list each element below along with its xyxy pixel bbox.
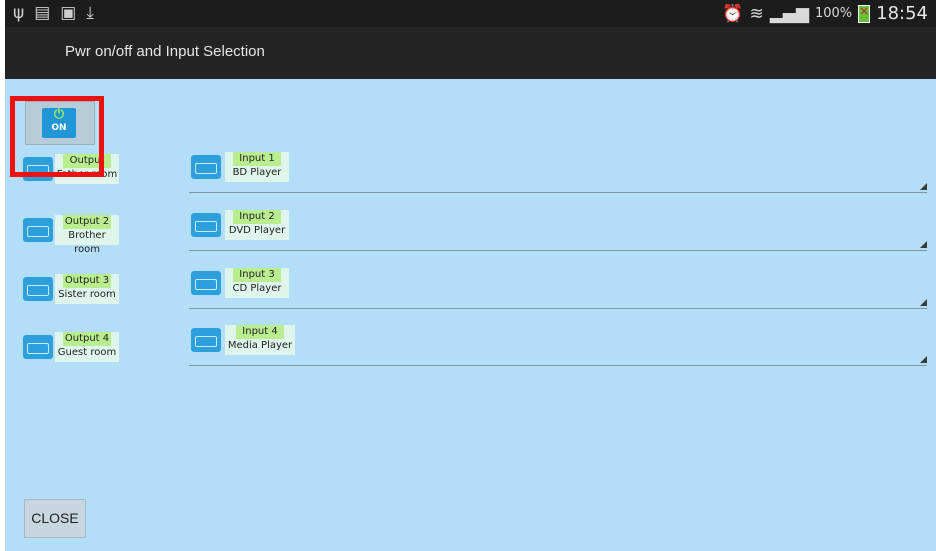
download-icon: ⤓ xyxy=(86,3,94,23)
alarm-icon: ⏰ xyxy=(722,3,744,24)
dropdown-arrow-icon xyxy=(920,356,927,363)
input-2-label: Input 2 DVD Player xyxy=(225,210,289,240)
input-3-device-icon xyxy=(191,271,221,295)
status-left-icons: ψ ▤ ▣ ⤓ xyxy=(13,3,94,23)
input-spinner-2[interactable]: Input 2 DVD Player xyxy=(189,199,927,251)
spinner-underline xyxy=(189,192,927,193)
output-3-room: Sister room xyxy=(58,289,116,300)
input-3-tag: Input 3 xyxy=(233,268,281,282)
input-1-device-icon xyxy=(191,155,221,179)
clock: 18:54 xyxy=(876,3,928,24)
close-button[interactable]: CLOSE xyxy=(24,499,86,538)
input-1-device: BD Player xyxy=(232,167,282,178)
input-1-label: Input 1 BD Player xyxy=(225,152,289,182)
input-1-tag: Input 1 xyxy=(233,152,281,166)
output-3-device-icon[interactable] xyxy=(23,277,53,301)
output-3-tag: Output 3 xyxy=(63,274,111,288)
input-spinner-4[interactable]: Input 4 Media Player xyxy=(189,314,927,366)
output-4-room: Guest room xyxy=(57,347,117,358)
signal-icon: ▂▄▆ xyxy=(769,3,809,24)
input-4-device: Media Player xyxy=(227,340,293,351)
input-spinner-3[interactable]: Input 3 CD Player xyxy=(189,257,927,309)
input-2-tag: Input 2 xyxy=(233,210,281,224)
output-2-room: Brother room xyxy=(68,230,106,255)
output-2-label[interactable]: Output 2 Brother room xyxy=(55,215,119,255)
output-4-device-icon[interactable] xyxy=(23,335,53,359)
input-2-device: DVD Player xyxy=(228,225,286,236)
dropdown-arrow-icon xyxy=(920,183,927,190)
status-bar: ψ ▤ ▣ ⤓ ⏰ ≋ ▂▄▆ 100% 18:54 xyxy=(5,0,936,27)
status-right-icons: ⏰ ≋ ▂▄▆ 100% 18:54 xyxy=(722,3,928,24)
dropdown-arrow-icon xyxy=(920,299,927,306)
output-2-tag: Output 2 xyxy=(63,215,111,229)
output-4-label[interactable]: Output 4 Guest room xyxy=(55,332,119,362)
image-icon: ▣ xyxy=(60,3,77,23)
output-2-device-icon[interactable] xyxy=(23,218,53,242)
highlight-box xyxy=(10,96,104,177)
input-4-tag: Input 4 xyxy=(236,325,284,339)
main-panel: ⏻ ON Output Father room Output 2 Brother… xyxy=(5,79,936,551)
input-spinner-1[interactable]: Input 1 BD Player xyxy=(189,141,927,193)
spinner-underline xyxy=(189,250,927,251)
input-3-label: Input 3 CD Player xyxy=(225,268,289,298)
input-4-label: Input 4 Media Player xyxy=(225,325,295,355)
sim-icon: ▤ xyxy=(34,3,51,23)
usb-icon: ψ xyxy=(13,3,25,23)
title-bar: Pwr on/off and Input Selection xyxy=(5,27,936,79)
dropdown-arrow-icon xyxy=(920,241,927,248)
input-3-device: CD Player xyxy=(232,283,282,294)
input-2-device-icon xyxy=(191,213,221,237)
input-4-device-icon xyxy=(191,328,221,352)
battery-icon xyxy=(858,4,871,23)
output-4-tag: Output 4 xyxy=(63,332,111,346)
spinner-underline xyxy=(189,365,927,366)
wifi-icon: ≋ xyxy=(749,3,764,24)
battery-percent: 100% xyxy=(814,6,853,21)
spinner-underline xyxy=(189,308,927,309)
output-3-label[interactable]: Output 3 Sister room xyxy=(55,274,119,304)
page-title: Pwr on/off and Input Selection xyxy=(65,43,265,60)
